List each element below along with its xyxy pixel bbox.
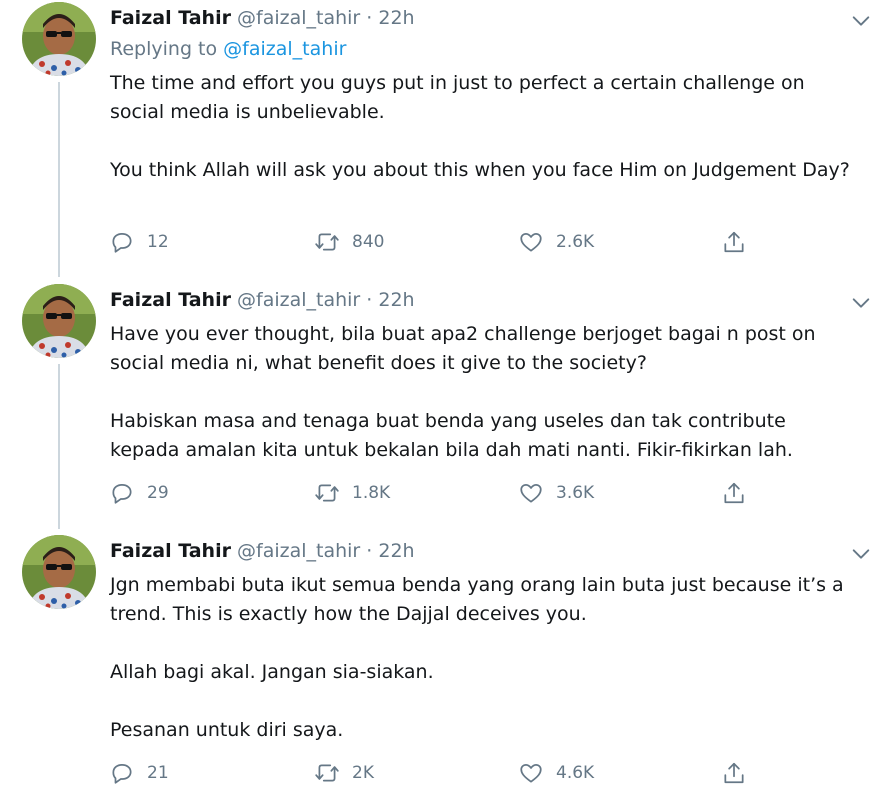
tweet-actions: 21 2K 4.6K	[0, 758, 884, 788]
like-button[interactable]: 3.6K	[518, 478, 594, 508]
author-handle[interactable]: @faizal_tahir	[237, 540, 360, 562]
retweet-button[interactable]: 1.8K	[314, 478, 390, 508]
share-icon	[724, 762, 744, 784]
tweet-text: Have you ever thought, bila buat apa2 ch…	[110, 320, 850, 465]
tweet-paragraph: Allah bagi akal. Jangan sia-siakan.	[110, 661, 434, 683]
tweet-paragraph: The time and effort you guys put in just…	[110, 72, 805, 123]
like-icon	[520, 233, 542, 252]
tweet-header: Faizal Tahir @faizal_tahir · 22h	[110, 6, 415, 30]
reply-button[interactable]: 21	[109, 758, 169, 788]
tweet-paragraph: Pesanan untuk diri saya.	[110, 719, 344, 741]
avatar-image	[22, 284, 96, 358]
like-button[interactable]: 2.6K	[518, 227, 594, 257]
tweet-paragraph: You think Allah will ask you about this …	[110, 159, 850, 181]
reply-count: 12	[147, 232, 169, 252]
reply-button[interactable]: 12	[109, 227, 169, 257]
share-button[interactable]	[721, 478, 747, 508]
author-name[interactable]: Faizal Tahir	[110, 7, 231, 29]
reply-button[interactable]: 29	[109, 478, 169, 508]
avatar-image	[22, 2, 96, 76]
like-button[interactable]: 4.6K	[518, 758, 594, 788]
replying-prefix: Replying to	[110, 38, 218, 60]
reply-count: 21	[147, 763, 169, 783]
tweet-2[interactable]: Faizal Tahir @faizal_tahir · 22h Have yo…	[0, 284, 884, 529]
like-icon	[520, 764, 542, 783]
replying-to-link[interactable]: @faizal_tahir	[223, 38, 346, 60]
tweet-actions: 12 840 2.6K	[0, 227, 884, 257]
retweet-count: 2K	[352, 763, 374, 783]
author-handle[interactable]: @faizal_tahir	[237, 289, 360, 311]
retweet-button[interactable]: 840	[314, 227, 384, 257]
tweet-text: The time and effort you guys put in just…	[110, 69, 850, 185]
chevron-down-icon[interactable]	[850, 10, 872, 32]
share-icon	[724, 231, 744, 253]
tweet-actions: 29 1.8K 3.6K	[0, 478, 884, 508]
reply-icon	[112, 233, 132, 253]
tweet-paragraph: Habiskan masa and tenaga buat benda yang…	[110, 410, 793, 461]
chevron-down-icon[interactable]	[850, 292, 872, 314]
reply-icon	[112, 764, 132, 784]
timestamp[interactable]: 22h	[378, 7, 414, 29]
retweet-count: 1.8K	[352, 483, 391, 503]
separator: ·	[366, 7, 373, 29]
reply-count: 29	[147, 483, 169, 503]
separator: ·	[366, 540, 373, 562]
avatar[interactable]	[22, 2, 96, 76]
tweet-text: Jgn membabi buta ikut semua benda yang o…	[110, 571, 850, 745]
tweet-paragraph: Jgn membabi buta ikut semua benda yang o…	[110, 574, 844, 625]
tweet-header: Faizal Tahir @faizal_tahir · 22h	[110, 288, 415, 312]
reply-icon	[112, 484, 132, 504]
tweet-header: Faizal Tahir @faizal_tahir · 22h	[110, 539, 415, 563]
retweet-icon	[315, 764, 339, 782]
avatar[interactable]	[22, 535, 96, 609]
chevron-down-icon[interactable]	[850, 543, 872, 565]
like-count: 2.6K	[556, 232, 595, 252]
tweet-3[interactable]: Faizal Tahir @faizal_tahir · 22h Jgn mem…	[0, 535, 884, 795]
tweet-paragraph: Have you ever thought, bila buat apa2 ch…	[110, 323, 816, 374]
retweet-icon	[315, 484, 339, 502]
like-count: 4.6K	[556, 763, 595, 783]
retweet-count: 840	[352, 232, 385, 252]
retweet-button[interactable]: 2K	[314, 758, 374, 788]
author-handle[interactable]: @faizal_tahir	[237, 7, 360, 29]
share-button[interactable]	[721, 227, 747, 257]
avatar-image	[22, 535, 96, 609]
share-icon	[724, 482, 744, 504]
timestamp[interactable]: 22h	[378, 289, 414, 311]
share-button[interactable]	[721, 758, 747, 788]
avatar[interactable]	[22, 284, 96, 358]
author-name[interactable]: Faizal Tahir	[110, 540, 231, 562]
like-icon	[520, 484, 542, 503]
tweet-1[interactable]: Faizal Tahir @faizal_tahir · 22h Replyin…	[0, 2, 884, 277]
replying-to: Replying to @faizal_tahir	[110, 37, 346, 61]
like-count: 3.6K	[556, 483, 595, 503]
retweet-icon	[315, 233, 339, 251]
author-name[interactable]: Faizal Tahir	[110, 289, 231, 311]
timestamp[interactable]: 22h	[378, 540, 414, 562]
separator: ·	[366, 289, 373, 311]
